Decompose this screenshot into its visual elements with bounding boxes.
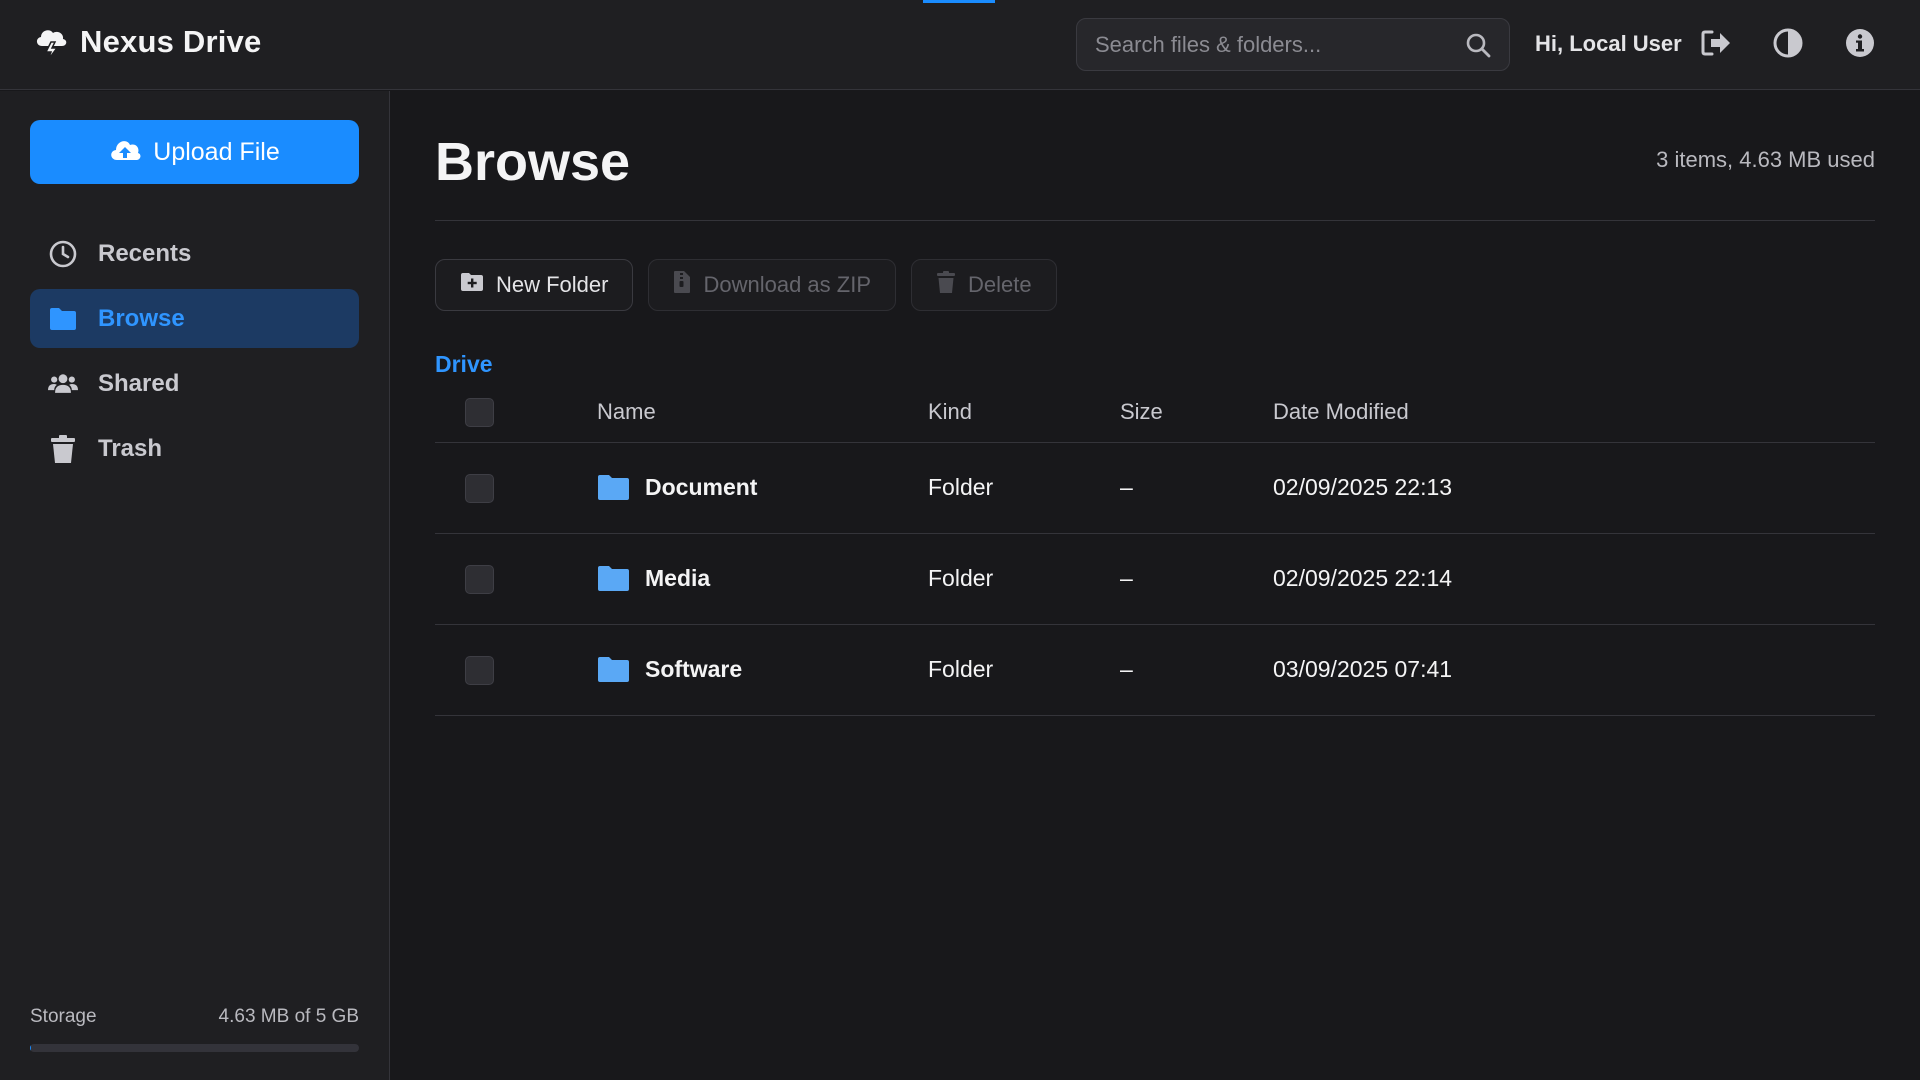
download-zip-button[interactable]: Download as ZIP [648, 259, 897, 311]
file-name[interactable]: Media [645, 565, 710, 592]
folder-icon [598, 475, 629, 500]
main-content: Browse 3 items, 4.63 MB used New Folder [435, 91, 1875, 1080]
sidebar-item-browse[interactable]: Browse [30, 289, 359, 348]
file-zip-icon [673, 270, 691, 300]
name-cell: Media [597, 565, 710, 592]
sidebar-item-shared[interactable]: Shared [30, 354, 359, 413]
loading-indicator [923, 0, 995, 3]
file-size: – [1120, 474, 1133, 500]
folder-icon [598, 566, 629, 591]
breadcrumb[interactable]: Drive [435, 351, 493, 378]
sidebar-item-label: Browse [98, 304, 185, 332]
table-row[interactable]: Media Folder – 02/09/2025 22:14 [435, 534, 1875, 625]
cloud-bolt-icon [34, 22, 68, 62]
file-kind: Folder [928, 474, 994, 500]
new-folder-label: New Folder [496, 272, 609, 297]
search-input[interactable] [1095, 31, 1465, 58]
row-checkbox[interactable] [465, 565, 494, 594]
new-folder-button[interactable]: New Folder [435, 259, 634, 311]
clock-icon [48, 239, 78, 269]
cloud-upload-icon [109, 136, 141, 169]
app-window: Nexus Drive Hi, Local User [0, 0, 1920, 1080]
file-table: Name Kind Size Date Modified Document Fo… [435, 381, 1875, 716]
user-greeting: Hi, Local User [1535, 31, 1682, 56]
usage-summary: 3 items, 4.63 MB used [1656, 147, 1875, 172]
file-date: 02/09/2025 22:13 [1273, 474, 1453, 500]
trash-icon [48, 434, 78, 464]
info-icon [1844, 27, 1876, 64]
table-row[interactable]: Software Folder – 03/09/2025 07:41 [435, 625, 1875, 716]
sidebar-nav: Recents Browse Shared Trash [30, 224, 359, 484]
file-kind: Folder [928, 656, 994, 682]
trash-icon [936, 270, 956, 300]
row-checkbox[interactable] [465, 656, 494, 685]
storage-value: 4.63 MB of 5 GB [218, 1006, 359, 1027]
file-name[interactable]: Document [645, 474, 757, 501]
top-bar: Nexus Drive Hi, Local User [0, 0, 1920, 90]
storage-progress-bar [30, 1044, 359, 1052]
name-cell: Document [597, 474, 757, 501]
logout-icon [1700, 28, 1732, 63]
column-header-size[interactable]: Size [1120, 399, 1163, 425]
column-header-date-modified[interactable]: Date Modified [1273, 399, 1409, 425]
file-size: – [1120, 656, 1133, 682]
sidebar-item-recents[interactable]: Recents [30, 224, 359, 283]
sidebar-item-label: Trash [98, 434, 163, 462]
sidebar-item-label: Recents [98, 239, 192, 267]
brand[interactable]: Nexus Drive [34, 22, 261, 62]
column-header-name[interactable]: Name [597, 399, 656, 425]
upload-file-label: Upload File [153, 137, 280, 166]
file-date: 03/09/2025 07:41 [1273, 656, 1453, 682]
name-cell: Software [597, 656, 742, 683]
search-box [1076, 18, 1510, 71]
storage-panel: Storage 4.63 MB of 5 GB [30, 1006, 359, 1052]
storage-label: Storage [30, 1006, 97, 1027]
select-all-checkbox[interactable] [465, 398, 494, 427]
sidebar-item-label: Shared [98, 369, 180, 397]
logout-button[interactable] [1698, 27, 1734, 63]
row-checkbox[interactable] [465, 474, 494, 503]
page-header: Browse 3 items, 4.63 MB used [435, 131, 1875, 221]
delete-button[interactable]: Delete [911, 259, 1057, 311]
download-zip-label: Download as ZIP [703, 272, 872, 297]
app-name: Nexus Drive [80, 24, 262, 59]
file-name[interactable]: Software [645, 656, 742, 683]
search-icon[interactable] [1465, 32, 1491, 58]
info-button[interactable] [1842, 27, 1878, 63]
toolbar: New Folder Download as ZIP Delete [435, 259, 1057, 311]
file-kind: Folder [928, 565, 994, 591]
folder-icon [48, 304, 78, 334]
page-title: Browse [435, 132, 631, 192]
users-icon [48, 369, 78, 399]
table-row[interactable]: Document Folder – 02/09/2025 22:13 [435, 443, 1875, 534]
sidebar-item-trash[interactable]: Trash [30, 419, 359, 478]
folder-plus-icon [460, 272, 484, 298]
table-header-row: Name Kind Size Date Modified [435, 381, 1875, 443]
theme-toggle-button[interactable] [1770, 27, 1806, 63]
file-size: – [1120, 565, 1133, 591]
file-date: 02/09/2025 22:14 [1273, 565, 1453, 591]
folder-icon [598, 657, 629, 682]
sidebar: Upload File Recents Browse Shared Trash … [0, 91, 390, 1080]
upload-file-button[interactable]: Upload File [30, 120, 359, 184]
delete-label: Delete [968, 272, 1032, 297]
column-header-kind[interactable]: Kind [928, 399, 972, 425]
theme-toggle-icon [1772, 27, 1804, 64]
